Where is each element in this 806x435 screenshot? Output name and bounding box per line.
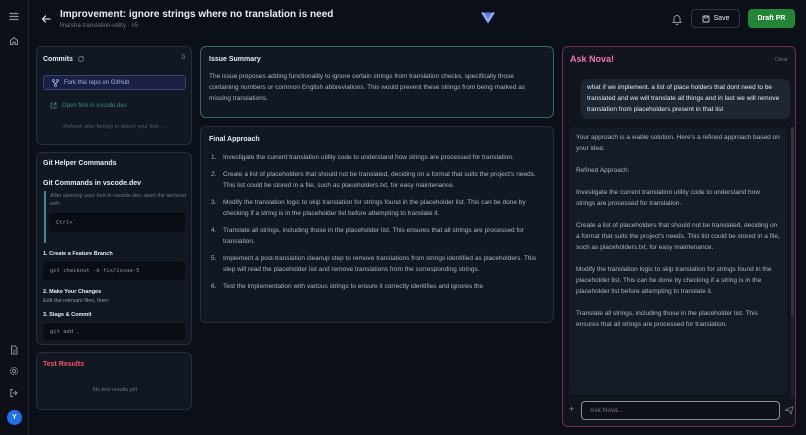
send-icon[interactable] [784,405,794,415]
left-rail: Y [0,0,29,435]
list-item: 3. Modify the translation logic to skip t… [211,199,526,217]
gear-icon[interactable] [7,364,21,378]
ask-nova-panel: Ask Nova! Clear what if we implement. a … [562,46,796,427]
list-item: 6. Test the implementation with various s… [211,283,484,290]
final-approach-panel: Final Approach 1. Investigate the current… [200,126,554,323]
assistant-paragraph: Create a list of placeholders that shoul… [576,222,780,251]
page-header: Improvement: ignore strings where no tra… [29,0,806,40]
step-3-label: 3. Stage & Commit [43,312,92,318]
note-accent-bar [44,191,46,243]
open-fork-link[interactable]: Open fork in vscode.dev [50,102,127,109]
approach-steps: 1. Investigate the current translation ut… [211,152,546,298]
list-item: 1. Investigate the current translation ut… [211,154,514,161]
home-icon[interactable] [7,34,21,48]
step-2-label: 2. Make Your Changes [43,289,102,295]
commit-count: 0 [181,55,185,61]
test-results-panel: Test Results No test results yet [36,352,192,410]
assistant-paragraph: Your approach is a viable solution. Here… [576,134,780,152]
logout-icon[interactable] [7,386,21,400]
step-1-command[interactable]: git checkout -b fix/issue-5 [43,262,185,280]
step-2-note: Edit the relevant files, then: [43,298,110,304]
open-fork-label: Open fork in vscode.dev [62,102,127,109]
clear-button[interactable]: Clear [775,57,788,63]
fork-repo-label: Fork this repo on GitHub [64,79,130,86]
test-results-empty: No test results yet [92,387,138,393]
assistant-paragraph: Translate all strings, including those i… [576,310,758,328]
terminal-note: After opening your fork in vscode.dev, o… [50,193,186,207]
step-1-label: 1. Create a Feature Branch [43,251,113,257]
save-button-label: Save [713,15,730,22]
issue-summary-panel: Issue Summary The issue proposes adding … [200,46,554,118]
git-commands-subtitle: Git Commands in vscode.dev [43,180,142,187]
save-button[interactable]: Save [691,9,740,28]
list-item: 2. Create a list of placeholders that sho… [211,171,536,189]
list-item: 5. Implement a post-translation cleanup s… [211,255,537,273]
assistant-message: Your approach is a viable solution. Here… [569,127,787,395]
assistant-paragraph: Investigate the current translation util… [576,189,760,207]
user-message: what if we implement. a list of place ho… [581,79,790,119]
shortcut-code[interactable]: Ctrl+` [49,213,185,232]
back-arrow-icon[interactable] [39,12,53,26]
chat-scrollbar[interactable] [791,127,794,397]
commits-panel: Commits 0 Fork this repo on GitHub Open … [36,46,192,145]
fork-repo-button[interactable]: Fork this repo on GitHub [43,75,186,90]
document-icon[interactable] [7,343,21,357]
commits-title: Commits [43,55,73,63]
issue-summary-body: The issue proposes adding functionality … [209,73,526,102]
scrollbar-thumb[interactable] [791,127,794,317]
assistant-paragraph: Refined Approach: [576,167,630,174]
git-helper-title: Git Helper Commands [43,160,117,167]
page-title: Improvement: ignore strings where no tra… [60,9,334,20]
menu-icon[interactable] [7,9,21,23]
assistant-paragraph: Modify the translation logic to skip tra… [576,266,772,295]
test-results-title: Test Results [43,361,85,368]
bell-icon[interactable] [670,12,684,26]
external-link-icon [50,102,57,109]
logo-icon [480,11,496,25]
fork-icon [52,78,59,87]
step-3-command[interactable]: git add . [43,323,185,340]
avatar[interactable]: Y [7,410,22,425]
draft-pr-button[interactable]: Draft PR [748,9,795,28]
refresh-icon[interactable] [77,55,85,63]
refresh-note: Refresh after forking to detect your for… [63,124,166,130]
save-icon [702,15,709,22]
plus-icon[interactable]: + [569,404,574,414]
issue-summary-title: Issue Summary [209,56,261,63]
repo-breadcrumb[interactable]: lina/sha-translation-utility · #5 [60,23,138,29]
ask-nova-title: Ask Nova! [570,54,615,64]
final-approach-title: Final Approach [209,136,260,143]
ask-nova-input[interactable] [581,401,780,420]
git-helper-panel: Git Helper Commands Git Commands in vsco… [36,152,192,345]
list-item: 4. Translate all strings, including those… [211,227,524,245]
